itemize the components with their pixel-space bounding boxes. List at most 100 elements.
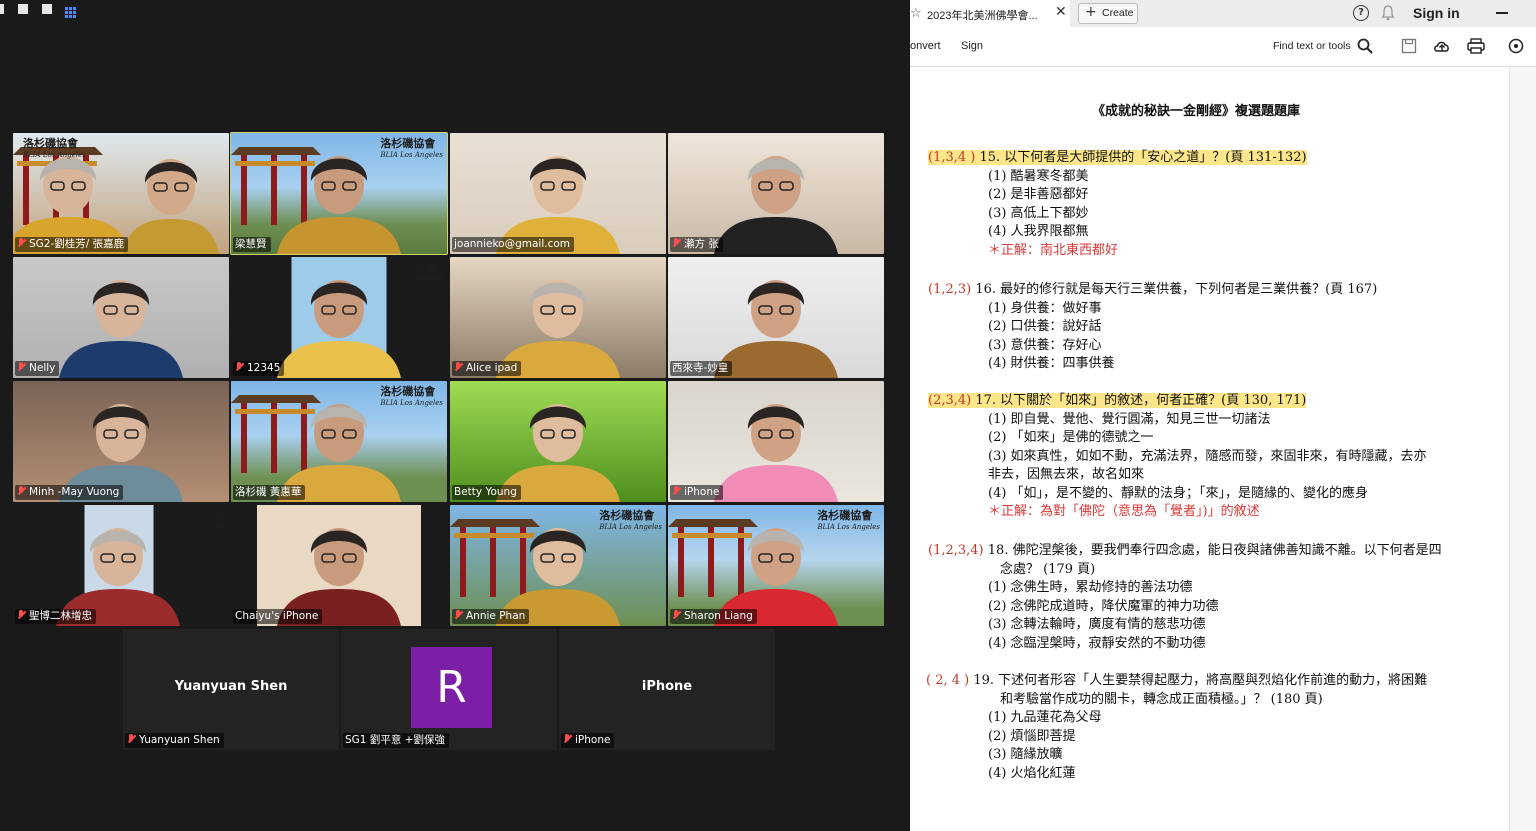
participant-video-tile[interactable]: Alice ipad	[450, 257, 666, 378]
pdf-document-page: 《成就的秘訣一金剛經》複選題題庫 (1,3,4 ) 15. 以下何者是大師提供的「…	[910, 67, 1510, 831]
correct-answer-note: ＊正解：為對「佛陀（意思為「覺者」)」的敘述	[988, 504, 1260, 519]
participant-name: Annie Phan	[466, 610, 526, 622]
participant-video-tile[interactable]: iPhone	[668, 381, 884, 502]
participant-tile-video-off[interactable]: R SG1 劉平意 +劉保強	[341, 629, 557, 750]
question-option: (4) 念臨涅槃時，寂靜安然的不動功德	[988, 635, 1206, 651]
participant-tile-video-off[interactable]: Yuanyuan Shen Yuanyuan Shen	[123, 629, 339, 750]
participant-name: Alice ipad	[466, 362, 518, 374]
participant-person	[714, 404, 838, 502]
participant-video-tile[interactable]: Chaiyu's iPhone	[231, 505, 447, 626]
create-button[interactable]: + Create	[1078, 3, 1138, 24]
muted-mic-icon	[17, 486, 26, 496]
participant-label: Annie Phan	[452, 609, 530, 624]
participant-name: 12345	[247, 362, 281, 374]
document-tab[interactable]: ☆ 2023年北美洲佛學會... ✕	[910, 0, 1070, 27]
question-option: (3) 隨緣放曠	[988, 747, 1063, 762]
participant-video-tile[interactable]: Minh -May Vuong	[13, 381, 229, 502]
participant-label: Alice ipad	[452, 361, 522, 376]
participant-video-tile[interactable]: 洛杉磯協會 BLIA Los Angeles 洛杉磯 黃惠華	[231, 381, 447, 502]
minimize-icon[interactable]	[1496, 12, 1508, 14]
participant-label: Chaiyu's iPhone	[233, 609, 323, 624]
participant-video-tile[interactable]: 洛杉磯協會 BLIA Los Angeles Annie Phan	[450, 505, 666, 626]
banner-text: 洛杉磯協會	[380, 137, 436, 150]
question-option: (4) 財供養：四事供養	[988, 356, 1115, 371]
participant-label: SG1 劉平意 +劉保強	[343, 733, 449, 748]
participant-tile-video-off[interactable]: iPhone iPhone	[559, 629, 775, 750]
participant-label: Sharon Liang	[670, 609, 757, 624]
participant-label: 西來寺-妙皇	[670, 361, 733, 376]
participant-video-tile[interactable]: 洛杉磯協會 BLIA Los Angeles Sharon Liang	[668, 505, 884, 626]
question-text-continued: 和考驗當作成功的關卡，轉念成正面積極。」？ (180 頁)	[1000, 691, 1323, 707]
save-icon[interactable]	[1401, 38, 1419, 56]
upload-cloud-icon[interactable]	[1433, 38, 1451, 56]
question-option: (2) 口供養：說好話	[988, 319, 1102, 334]
participant-name: Minh -May Vuong	[29, 486, 120, 498]
participant-video-tile[interactable]: joannieko@gmail.com	[450, 133, 666, 254]
grid-view-icon[interactable]	[65, 3, 76, 18]
participant-name: SG2-劉桂芳/ 張嘉鹿	[29, 238, 125, 250]
blia-logo-banner: 洛杉磯協會 BLIA Los Angeles	[380, 383, 443, 407]
participant-video-tile[interactable]: Betty Young	[450, 381, 666, 502]
participant-video-tile[interactable]: Nelly	[13, 257, 229, 378]
notifications-bell-icon[interactable]	[1381, 5, 1395, 21]
print-icon[interactable]	[1467, 38, 1485, 56]
question-option: (1) 酷暑寒冬都美	[988, 168, 1089, 184]
participant-video-tile[interactable]: 西來寺-妙皇	[668, 257, 884, 378]
question-answer: (1,3,4 )	[928, 150, 976, 165]
sign-in-link[interactable]: Sign in	[1413, 5, 1460, 21]
banner-text: 洛杉磯協會	[817, 509, 873, 522]
banner-text: 洛杉磯協會	[599, 509, 655, 522]
participant-label: iPhone	[670, 485, 724, 500]
participant-person	[714, 280, 838, 378]
muted-mic-icon	[454, 362, 463, 372]
participant-label: 梁慧賢	[233, 237, 271, 252]
question-line: (1,2,3,4) 18. 佛陀涅槃後，要我們奉行四念處，能日夜與諸佛善知識不離…	[928, 542, 1442, 560]
menu-icon[interactable]	[0, 4, 4, 14]
zoom-gallery-window: 洛杉磯協會 BLIA Los Angeles SG2-劉桂芳/ 張嘉鹿 洛杉磯協會 BL…	[0, 0, 910, 831]
search-icon[interactable]	[1357, 38, 1375, 56]
question-option: (3) 意供養：存好心	[988, 337, 1102, 353]
participant-label: 12345	[233, 361, 285, 376]
participant-video-tile[interactable]: 瀨方 张	[668, 133, 884, 254]
question-line: ( 2, 4 ) 19. 下述何者形容「人生要禁得起壓力，將高壓與烈焰化作前進的…	[926, 672, 1427, 690]
ai-assistant-icon[interactable]	[1508, 38, 1526, 56]
close-tab-icon[interactable]: ✕	[1055, 4, 1067, 20]
question-option: (4) 火焰化紅蓮	[988, 765, 1076, 781]
banner-subtext: BLIA Los Angeles	[817, 523, 880, 531]
participant-video-tile[interactable]: 洛杉磯協會 BLIA Los Angeles SG2-劉桂芳/ 張嘉鹿	[13, 133, 229, 254]
participant-label: SG2-劉桂芳/ 張嘉鹿	[15, 237, 129, 252]
participant-label: Yuanyuan Shen	[125, 733, 224, 748]
question-option: (4) 「如」，是不變的、靜默的法身；「來」，是隨緣的、變化的應身	[988, 485, 1369, 501]
participant-label: Betty Young	[452, 485, 521, 500]
window-icon-2[interactable]	[42, 4, 52, 14]
blia-logo-banner: 洛 BL	[214, 507, 225, 531]
find-text-tools[interactable]: Find text or tools	[1273, 40, 1351, 52]
participant-video-tile[interactable]: 洛杉磯協會 BLIA Los Angeles 梁慧賢	[230, 132, 448, 255]
participant-name: iPhone	[684, 486, 720, 498]
sign-tool[interactable]: Sign	[961, 40, 983, 52]
muted-mic-icon	[672, 610, 681, 620]
convert-tool[interactable]: onvert	[910, 40, 941, 52]
participant-label: Nelly	[15, 361, 60, 376]
participant-person	[56, 528, 180, 626]
participant-name: 西來寺-妙皇	[672, 362, 729, 374]
participant-person	[59, 280, 183, 378]
window-icon[interactable]	[18, 4, 28, 14]
help-icon[interactable]: ?	[1353, 5, 1369, 21]
participant-person	[714, 156, 838, 254]
participant-person	[496, 156, 620, 254]
question-answer: ( 2, 4 )	[926, 673, 970, 688]
participant-label: joannieko@gmail.com	[452, 237, 575, 252]
question-option: (1) 九品蓮花為父母	[988, 710, 1102, 725]
star-icon[interactable]: ☆	[910, 6, 922, 21]
blia-logo-banner: 協會 Angeles	[415, 259, 443, 283]
question-option: (3) 高低上下都妙	[988, 205, 1089, 221]
participant-video-tile[interactable]: 協會 Angeles 12345	[231, 257, 447, 378]
tab-bar: ☆ 2023年北美洲佛學會... ✕ + Create ? Sign in	[910, 0, 1536, 27]
participant-label: iPhone	[561, 733, 615, 748]
scrollbar[interactable]	[1509, 67, 1536, 831]
question-option: (3) 念轉法輪時，廣度有情的慈悲功德	[988, 617, 1206, 632]
muted-mic-icon	[672, 486, 681, 496]
question-line: (2,3,4) 17. 以下關於「如來」的敘述，何者正確？(頁 130, 171…	[928, 392, 1307, 410]
participant-video-tile[interactable]: 洛 BL 聖博二林增忠	[13, 505, 229, 626]
